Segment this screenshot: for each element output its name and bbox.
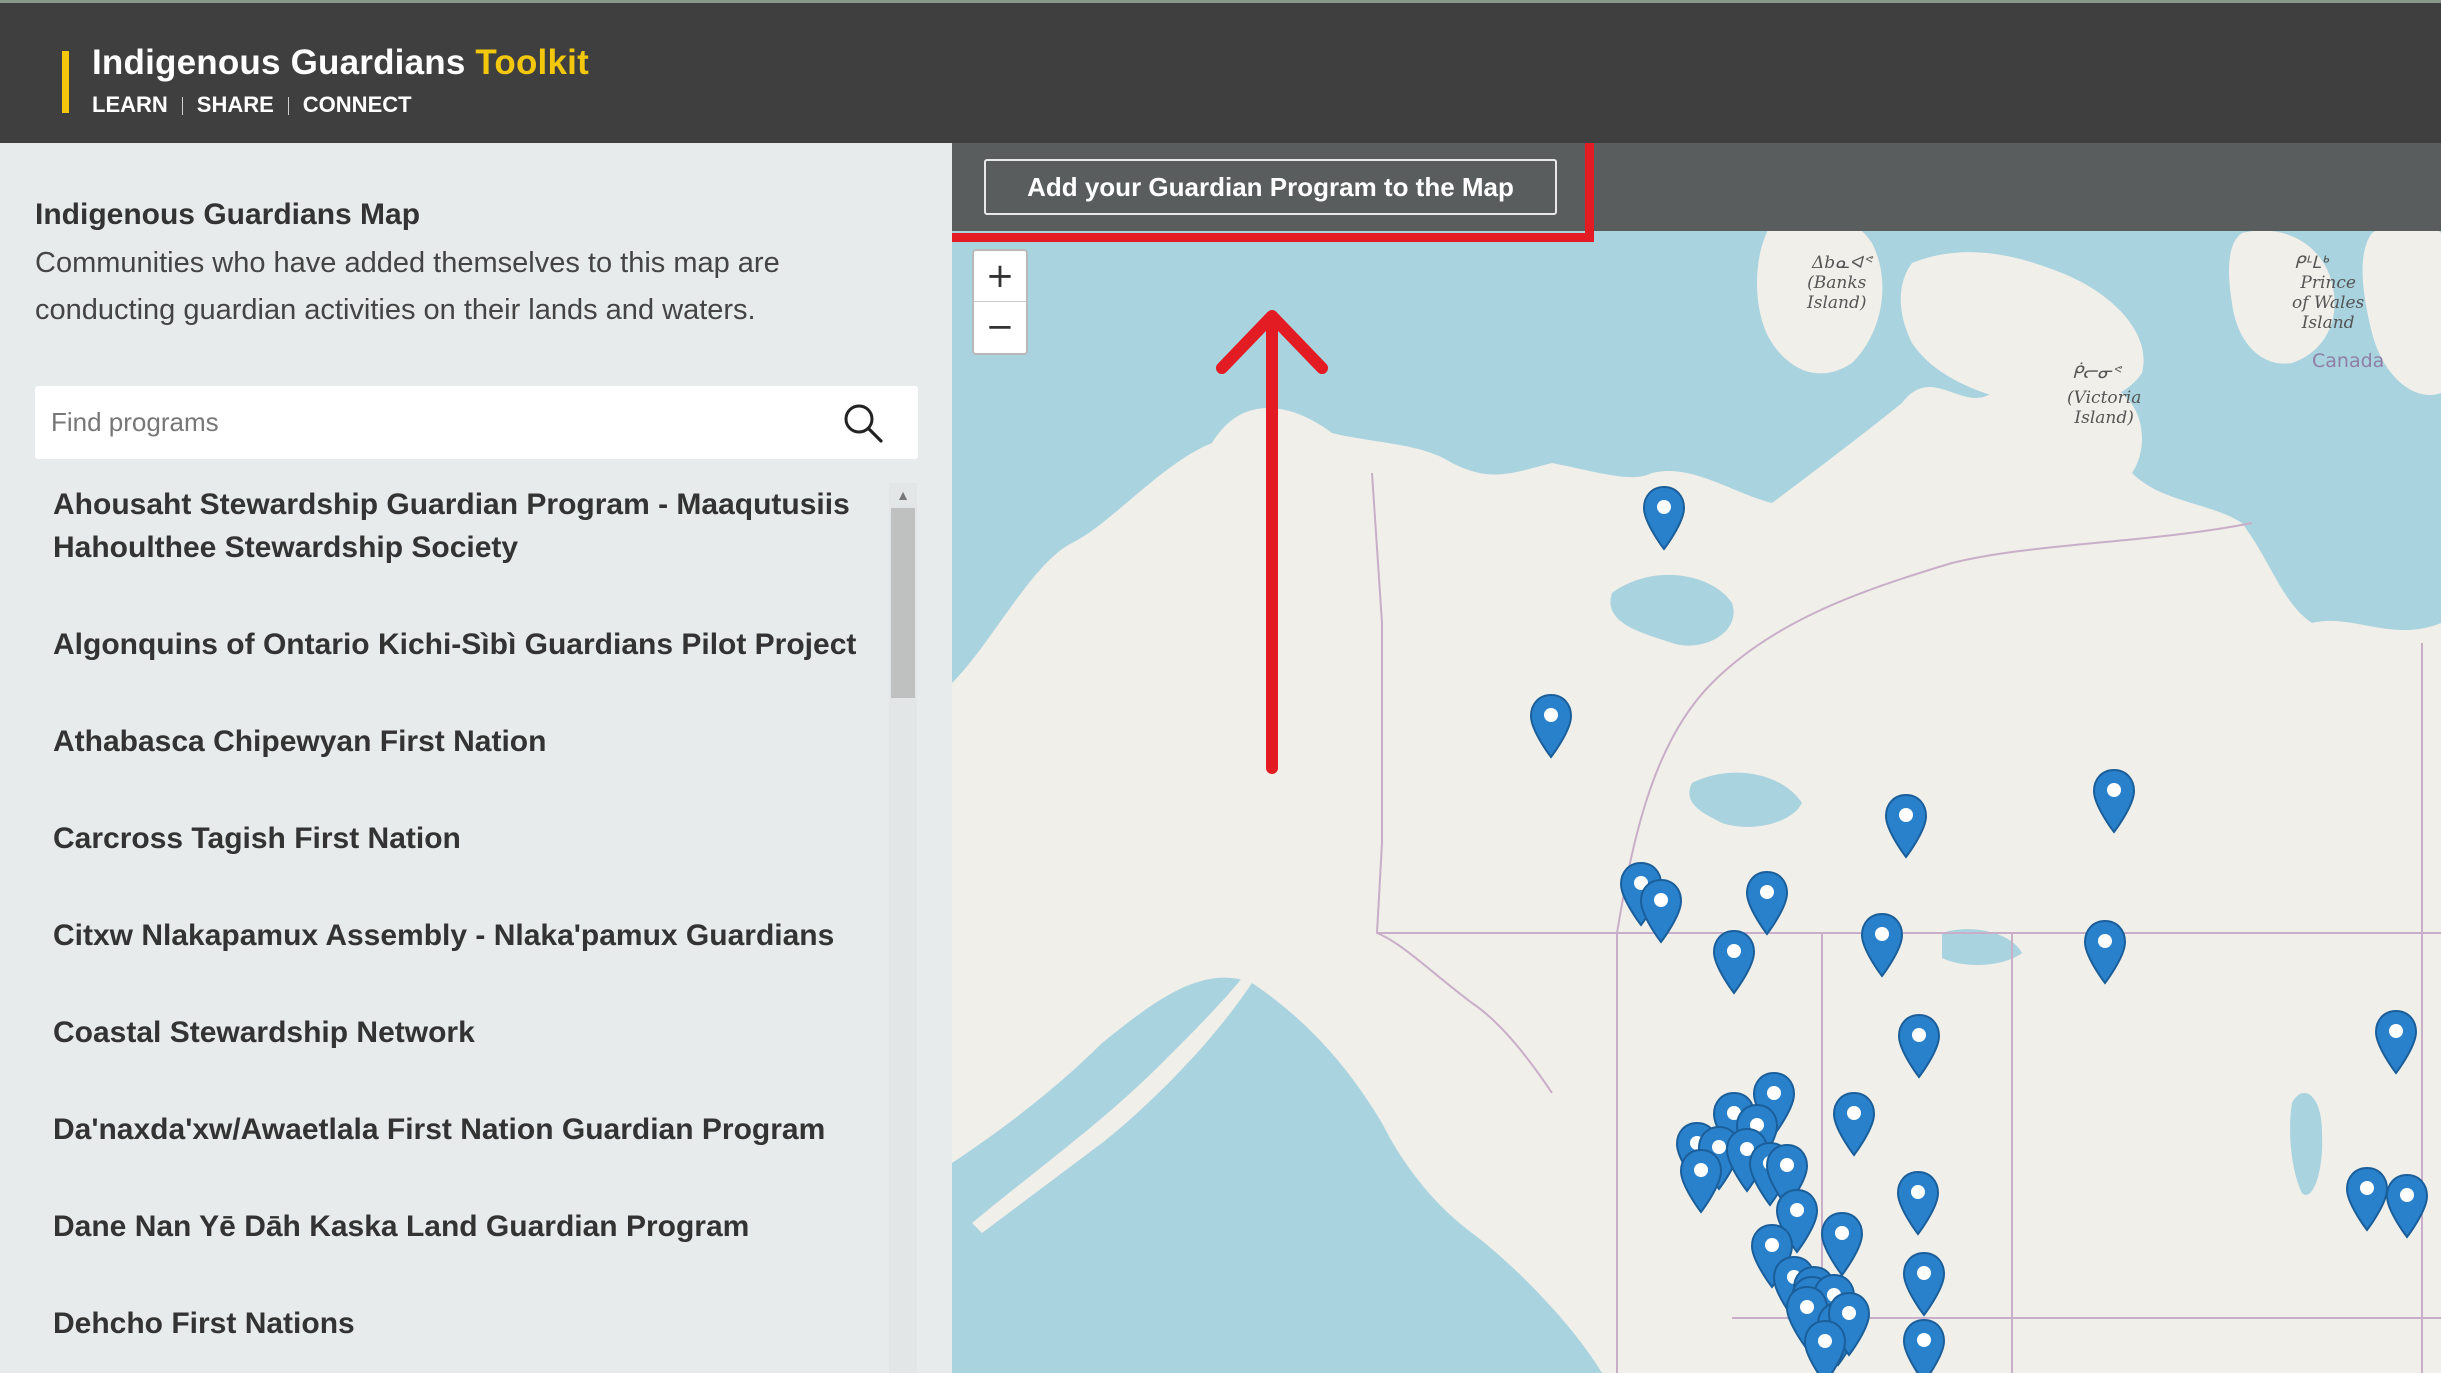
sidebar-description: Communities who have added themselves to… [35,247,780,326]
map-marker[interactable] [2374,1009,2418,1077]
search-icon[interactable] [842,402,884,444]
map-label-victoria: (Victoria Island) [2067,388,2142,428]
map-marker[interactable] [1529,693,1573,761]
nav-divider [181,97,183,116]
map-label-banks: (Banks Island) [1807,273,1867,313]
map-marker[interactable] [1902,1318,1946,1373]
map-marker[interactable] [1860,912,1904,980]
list-item[interactable]: Coastal Stewardship Network [35,1011,885,1054]
nav-connect[interactable]: CONNECT [303,92,412,117]
site-header: Indigenous Guardians Toolkit LEARN SHARE C… [0,0,2441,143]
list-item[interactable]: Algonquins of Ontario Kichi-Sìbì Guardia… [35,623,885,666]
nav-divider [287,97,289,116]
map-view[interactable]: Δbᓇᐊᕝ (Banks Island) ᑮᓕᓂᕝ (Victoria Isla… [952,143,2441,1373]
site-logo-title[interactable]: Indigenous Guardians Toolkit [92,43,589,83]
map-label-banks-native: Δbᓇᐊᕝ [1812,253,1872,273]
map-label-country: Canada [2312,350,2385,372]
list-item[interactable]: Citxw Nlakapamux Assembly - Nlaka'pamux … [35,914,885,957]
map-marker[interactable] [1884,793,1928,861]
map-marker[interactable] [1745,870,1789,938]
sidebar: Indigenous Guardians Map Communities who… [0,143,952,1373]
list-item[interactable]: Dane Nan Yē Dāh Kaska Land Guardian Prog… [35,1205,885,1248]
search-box [35,386,918,459]
list-item[interactable]: Dehcho First Nations [35,1302,885,1345]
scrollbar-thumb[interactable] [891,508,915,698]
scroll-up-arrow-icon[interactable]: ▲ [889,483,917,507]
map-marker[interactable] [1803,1319,1847,1373]
map-label-prince: Prince of Wales Island [2292,273,2365,333]
search-input[interactable] [51,386,831,459]
list-item[interactable]: Carcross Tagish First Nation [35,817,885,860]
map-marker[interactable] [1679,1148,1723,1216]
list-item[interactable]: Ahousaht Stewardship Guardian Program - … [35,483,885,569]
map-marker[interactable] [1639,878,1683,946]
list-scrollbar[interactable]: ▲ [889,483,917,1373]
top-nav: LEARN SHARE CONNECT [92,92,412,118]
zoom-out-button[interactable]: − [974,302,1026,353]
nav-learn[interactable]: LEARN [92,92,168,117]
zoom-control: + − [972,249,1028,355]
annotation-arrow [1216,310,1328,774]
site-title-main: Indigenous Guardians [92,43,466,82]
map-marker[interactable] [2385,1173,2429,1241]
map-marker[interactable] [2092,768,2136,836]
map-marker[interactable] [1712,929,1756,997]
nav-share[interactable]: SHARE [197,92,274,117]
map-label-victoria-native: ᑮᓕᓂᕝ [2072,363,2121,383]
zoom-in-button[interactable]: + [974,251,1026,302]
site-title-accent: Toolkit [475,43,589,82]
list-item[interactable]: Athabasca Chipewyan First Nation [35,720,885,763]
map-marker[interactable] [2083,919,2127,987]
map-marker[interactable] [1897,1013,1941,1081]
map-marker[interactable] [1896,1170,1940,1238]
highlight-annotation-box [952,143,1594,242]
map-marker[interactable] [1832,1091,1876,1159]
sidebar-title: Indigenous Guardians Map [35,198,421,231]
brand-accent-bar [62,51,69,113]
program-list: Ahousaht Stewardship Guardian Program - … [35,483,885,1373]
map-marker[interactable] [1902,1251,1946,1319]
list-item[interactable]: Da'naxda'xw/Awaetlala First Nation Guard… [35,1108,885,1151]
map-label-prince-native: ᑭᒻᒪᒃ [2294,253,2328,273]
victoria-island-land [1900,252,2144,407]
map-marker[interactable] [2345,1166,2389,1234]
map-marker[interactable] [1642,485,1686,553]
